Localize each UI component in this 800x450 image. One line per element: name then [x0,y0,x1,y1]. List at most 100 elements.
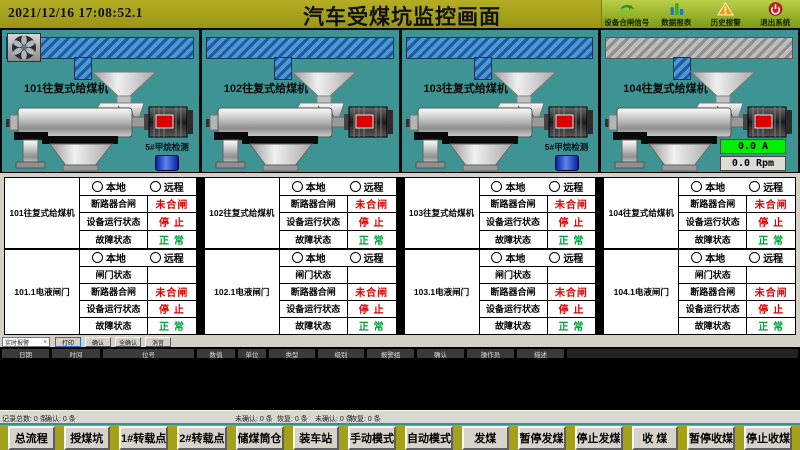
remote-radio[interactable]: 远程 [350,179,384,194]
radio-icon[interactable] [549,252,560,263]
alarm-filter-dropdown[interactable]: 实时报警 ∨ [2,337,50,347]
alarm-toolbar-button[interactable]: 打印 [55,337,81,347]
local-radio[interactable]: 本地 [691,250,725,265]
methane-sensor-icon [555,155,579,171]
radio-icon[interactable] [350,181,361,192]
methane-sensor-icon [155,155,179,171]
nav-button[interactable]: 自动模式 [405,426,453,450]
nav-button[interactable]: 暂停收煤 [687,426,735,450]
breaker-label: 断路器合闸 [480,284,548,300]
radio-icon[interactable] [691,181,702,192]
remote-radio[interactable]: 远程 [749,250,783,265]
local-radio[interactable]: 本地 [491,179,525,194]
radio-icon[interactable] [549,181,560,192]
remote-radio[interactable]: 远程 [150,250,184,265]
radio-icon[interactable] [150,181,161,192]
alarm-toolbar-button[interactable]: 确认 [85,337,111,347]
gate-status-subtable: 103.1电液闸门 本地 远程 闸门状态 断路 [405,250,596,334]
radio-icon[interactable] [292,181,303,192]
gate-state-row: 闸门状态 [480,267,596,284]
nav-button[interactable]: 装车站 [293,426,340,450]
radio-icon[interactable] [491,181,502,192]
run-row: 设备运行状态 停 止 [80,301,196,318]
breaker-value: 未合闸 [747,284,795,300]
local-radio[interactable]: 本地 [92,250,126,265]
mode-select-row: 本地 远程 [80,178,196,196]
alarm-column-header: 报警组 [367,349,414,358]
remote-radio[interactable]: 远程 [549,250,583,265]
local-radio[interactable]: 本地 [292,179,326,194]
exit-system-button[interactable]: 退出系统 [751,0,800,28]
alarm-status-line: 记录总数: 0 条确认: 0 条未确认: 0 条恢复: 0 条未确认: 0 条恢… [0,410,800,424]
fault-value: 正 常 [747,231,795,248]
run-value: 停 止 [348,301,396,317]
local-label: 本地 [306,250,326,265]
radio-icon[interactable] [691,252,702,263]
radio-icon[interactable] [92,252,103,263]
fault-value: 正 常 [348,231,396,248]
device-name: 102往复式给煤机 [205,178,280,248]
nav-button[interactable]: 暂停发煤 [518,426,566,450]
radio-icon[interactable] [350,252,361,263]
nav-button[interactable]: 储煤筒仓 [236,426,284,450]
nav-button[interactable]: 手动模式 [348,426,396,450]
remote-label: 远程 [164,179,184,194]
local-label: 本地 [505,179,525,194]
alarm-column-header: 位号 [103,349,194,358]
breaker-value: 未合闸 [747,196,795,213]
feeder-mimic-panel: 103往复式给煤机 [402,28,599,172]
alarm-table-body[interactable] [2,358,798,408]
alarm-column-header: 数值 [197,349,235,358]
mode-select-row: 本地 远程 [280,250,396,267]
alarm-toolbar-buttons: 打印确认全确认消音 [55,337,171,347]
gate-state-value [747,267,795,283]
local-radio[interactable]: 本地 [292,250,326,265]
alarm-column-filler [567,349,798,358]
nav-button[interactable]: 授煤坑 [64,426,111,450]
breaker-value: 未合闸 [348,284,396,300]
local-label: 本地 [705,250,725,265]
nav-button[interactable]: 停止发煤 [575,426,623,450]
remote-label: 远程 [763,179,783,194]
feeder-machine-graphic [206,70,396,172]
remote-label: 远程 [364,250,384,265]
remote-radio[interactable]: 远程 [549,179,583,194]
local-radio[interactable]: 本地 [92,179,126,194]
radio-icon[interactable] [292,252,303,263]
nav-button[interactable]: 总流程 [8,426,55,450]
status-tables-row: 101往复式给煤机 本地 远程 断路器合闸 未合闸 [0,172,800,337]
feeder-meters: 0.0 A 0.0 Rpm [720,139,786,171]
gate-state-label: 闸门状态 [80,267,148,283]
nav-button[interactable]: 发煤 [462,426,509,450]
bar-chart-icon [668,2,685,16]
nav-button[interactable]: 2#转载点 [177,426,226,450]
alarm-column-header: 单位 [238,349,266,358]
run-label: 设备运行状态 [679,301,747,317]
alarm-filter-value: 实时报警 [5,338,29,347]
remote-radio[interactable]: 远程 [749,179,783,194]
radio-icon[interactable] [491,252,502,263]
radio-icon[interactable] [749,252,760,263]
local-radio[interactable]: 本地 [491,250,525,265]
gate-status-subtable: 104.1电液闸门 本地 远程 闸门状态 断路 [604,250,795,334]
alarm-toolbar-button[interactable]: 消音 [145,337,171,347]
history-alarm-button[interactable]: 历史报警 [701,0,751,28]
alarm-toolbar: 实时报警 ∨ 打印确认全确认消音 [0,337,800,347]
fault-label: 故障状态 [80,231,148,248]
radio-icon[interactable] [749,181,760,192]
radio-icon[interactable] [150,252,161,263]
feeder-status-subtable: 102往复式给煤机 本地 远程 断路器合闸 未合闸 [205,178,396,248]
data-report-button[interactable]: 数据报表 [652,0,702,28]
roof-beam [605,37,793,59]
local-radio[interactable]: 本地 [691,179,725,194]
remote-label: 远程 [164,250,184,265]
remote-radio[interactable]: 远程 [150,179,184,194]
nav-button[interactable]: 1#转载点 [119,426,168,450]
device-closing-signal-button[interactable]: 设备合闸信号 [602,0,652,28]
nav-button[interactable]: 收 煤 [632,426,679,450]
timestamp: 2021/12/16 17:08:52.1 [8,5,143,21]
remote-radio[interactable]: 远程 [350,250,384,265]
nav-button[interactable]: 停止收煤 [744,426,792,450]
radio-icon[interactable] [92,181,103,192]
alarm-toolbar-button[interactable]: 全确认 [115,337,141,347]
